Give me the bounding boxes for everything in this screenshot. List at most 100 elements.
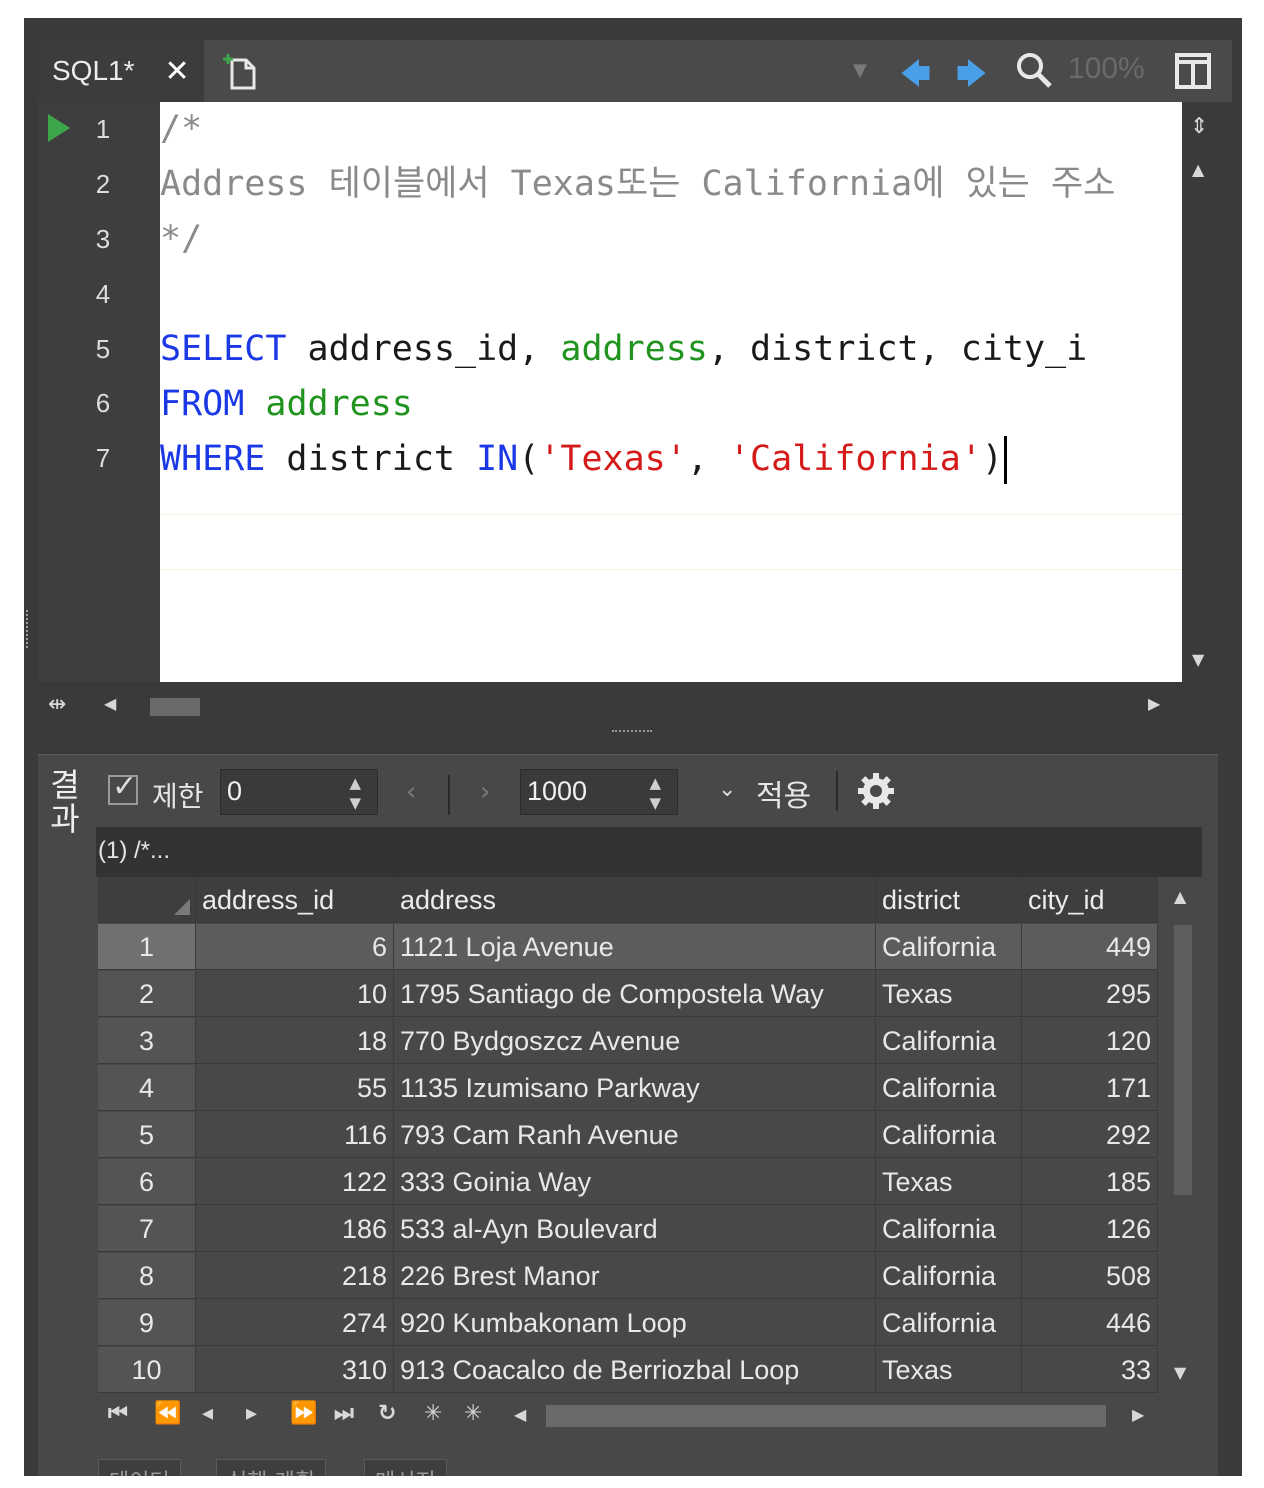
cell-address[interactable]: 913 Coacalco de Berriozbal Loop [394, 1347, 876, 1393]
cell-district[interactable]: Texas [876, 971, 1022, 1017]
cell-district[interactable]: California [876, 1065, 1022, 1111]
scroll-down-icon[interactable]: ▼ [1174, 1365, 1186, 1381]
first-record-icon[interactable]: ⏮ [108, 1401, 128, 1426]
row-number-cell[interactable]: 8 [98, 1253, 196, 1299]
row-number-cell[interactable]: 2 [98, 971, 196, 1017]
cell-city-id[interactable]: 508 [1022, 1253, 1158, 1299]
close-icon[interactable]: ✕ [165, 54, 190, 89]
next-record-icon[interactable]: ▸ [246, 1401, 257, 1426]
cell-district[interactable]: Texas [876, 1159, 1022, 1205]
scroll-left-icon[interactable]: ◀ [514, 1405, 526, 1424]
sql-editor[interactable]: /* Address 테이블에서 Texas또는 California에 있는 … [160, 102, 1182, 682]
prev-page-icon[interactable]: ‹ [406, 777, 416, 807]
cell-address[interactable]: 770 Bydgoszcz Avenue [394, 1018, 876, 1064]
last-record-icon[interactable]: ⏭ [334, 1401, 354, 1426]
cell-address[interactable]: 1135 Izumisano Parkway [394, 1065, 876, 1111]
cell-address[interactable]: 793 Cam Ranh Avenue [394, 1112, 876, 1158]
previous-page-icon[interactable]: ⏪ [154, 1401, 181, 1426]
cell-district[interactable]: California [876, 1300, 1022, 1346]
cell-district[interactable]: California [876, 1253, 1022, 1299]
tab-data[interactable]: 데이터 [98, 1459, 181, 1476]
cell-district[interactable]: Texas [876, 1347, 1022, 1393]
tab-messages[interactable]: 메시지 [364, 1459, 447, 1476]
arrow-right-icon[interactable]: 🡆 [956, 52, 987, 103]
cell-district[interactable]: California [876, 1112, 1022, 1158]
cell-city-id[interactable]: 446 [1022, 1300, 1158, 1346]
row-number-cell[interactable]: 7 [98, 1206, 196, 1252]
column-header-city-id[interactable]: city_id [1022, 877, 1158, 923]
scroll-right-icon[interactable]: ▶ [1148, 696, 1160, 712]
apply-button[interactable]: 적용 [756, 771, 811, 815]
cell-address-id[interactable]: 18 [196, 1018, 394, 1064]
cell-address-id[interactable]: 10 [196, 971, 394, 1017]
table-row[interactable]: 6 122 333 Goinia Way Texas 185 [98, 1159, 1158, 1205]
arrow-left-icon[interactable]: 🡄 [900, 52, 931, 103]
offset-stepper[interactable]: 0 ▲ ▼ [220, 769, 378, 815]
cell-address-id[interactable]: 218 [196, 1253, 394, 1299]
cell-city-id[interactable]: 185 [1022, 1159, 1158, 1205]
cell-address-id[interactable]: 310 [196, 1347, 394, 1393]
refresh-icon[interactable]: ↻ [378, 1401, 396, 1426]
cell-city-id[interactable]: 292 [1022, 1112, 1158, 1158]
scroll-up-icon[interactable]: ▲ [1174, 889, 1186, 905]
cell-district[interactable]: California [876, 924, 1022, 970]
table-row[interactable]: 5 116 793 Cam Ranh Avenue California 292 [98, 1112, 1158, 1158]
cell-city-id[interactable]: 120 [1022, 1018, 1158, 1064]
splitter-handle[interactable] [612, 730, 652, 738]
column-header-address[interactable]: address [394, 877, 876, 923]
split-horizontal-icon[interactable]: ⇹ [48, 694, 66, 716]
resultset-title[interactable]: (1) /*... [98, 837, 170, 865]
previous-record-icon[interactable]: ◂ [202, 1401, 213, 1426]
cell-address[interactable]: 533 al-Ayn Boulevard [394, 1206, 876, 1252]
table-row[interactable]: 7 186 533 al-Ayn Boulevard California 126 [98, 1206, 1158, 1252]
cell-address[interactable]: 226 Brest Manor [394, 1253, 876, 1299]
cell-city-id[interactable]: 33 [1022, 1347, 1158, 1393]
results-side-tab[interactable]: 결과 [46, 768, 84, 836]
cell-district[interactable]: California [876, 1206, 1022, 1252]
cell-address-id[interactable]: 6 [196, 924, 394, 970]
tab-sql1[interactable]: SQL1* ✕ [38, 40, 204, 102]
next-page-icon[interactable]: › [480, 777, 490, 807]
scrollbar-thumb[interactable] [150, 698, 200, 716]
editor-vertical-scrollbar[interactable]: ⇕ ▲ ▼ [1182, 102, 1218, 682]
gear-icon[interactable] [856, 771, 896, 811]
stepper-down-icon[interactable]: ▼ [349, 794, 361, 812]
chevron-down-icon[interactable]: ▼ [853, 60, 867, 81]
scroll-left-icon[interactable]: ◀ [104, 696, 116, 712]
row-count-stepper[interactable]: 1000 ▲ ▼ [520, 769, 678, 815]
cell-district[interactable]: California [876, 1018, 1022, 1064]
zoom-level[interactable]: 100% [1068, 52, 1145, 86]
cell-city-id[interactable]: 171 [1022, 1065, 1158, 1111]
insert-row-icon[interactable]: ✳ [424, 1401, 442, 1426]
cell-city-id[interactable]: 126 [1022, 1206, 1158, 1252]
row-number-cell[interactable]: 5 [98, 1112, 196, 1158]
row-number-cell[interactable]: 3 [98, 1018, 196, 1064]
row-count-value[interactable]: 1000 [527, 776, 587, 807]
limit-checkbox[interactable]: ✓ [108, 769, 138, 805]
duplicate-row-icon[interactable]: ✳ [464, 1401, 482, 1426]
editor-horizontal-scrollbar[interactable]: ⇹ ◀ ▶ [38, 682, 1218, 728]
stepper-down-icon[interactable]: ▼ [649, 794, 661, 812]
offset-value[interactable]: 0 [227, 776, 242, 807]
new-document-icon[interactable] [222, 52, 262, 92]
cell-city-id[interactable]: 449 [1022, 924, 1158, 970]
scrollbar-thumb[interactable] [546, 1405, 1106, 1427]
table-row[interactable]: 1 6 1121 Loja Avenue California 449 [98, 924, 1158, 970]
row-number-header[interactable] [98, 877, 196, 923]
scroll-right-icon[interactable]: ▶ [1132, 1405, 1144, 1424]
cell-address-id[interactable]: 122 [196, 1159, 394, 1205]
play-icon[interactable] [48, 114, 70, 142]
split-icon[interactable]: ⇕ [1190, 116, 1208, 138]
cell-address-id[interactable]: 116 [196, 1112, 394, 1158]
row-number-cell[interactable]: 1 [98, 924, 196, 970]
cell-city-id[interactable]: 295 [1022, 971, 1158, 1017]
column-header-district[interactable]: district [876, 877, 1022, 923]
table-row[interactable]: 10 310 913 Coacalco de Berriozbal Loop Texa… [98, 1347, 1158, 1393]
cell-address[interactable]: 1795 Santiago de Compostela Way [394, 971, 876, 1017]
scroll-down-icon[interactable]: ▼ [1192, 652, 1204, 668]
column-header-address-id[interactable]: address_id [196, 877, 394, 923]
cell-address-id[interactable]: 186 [196, 1206, 394, 1252]
cell-address[interactable]: 1121 Loja Avenue [394, 924, 876, 970]
tab-execution-plan[interactable]: 실행 계획 [216, 1459, 326, 1476]
table-row[interactable]: 4 55 1135 Izumisano Parkway California 171 [98, 1065, 1158, 1111]
